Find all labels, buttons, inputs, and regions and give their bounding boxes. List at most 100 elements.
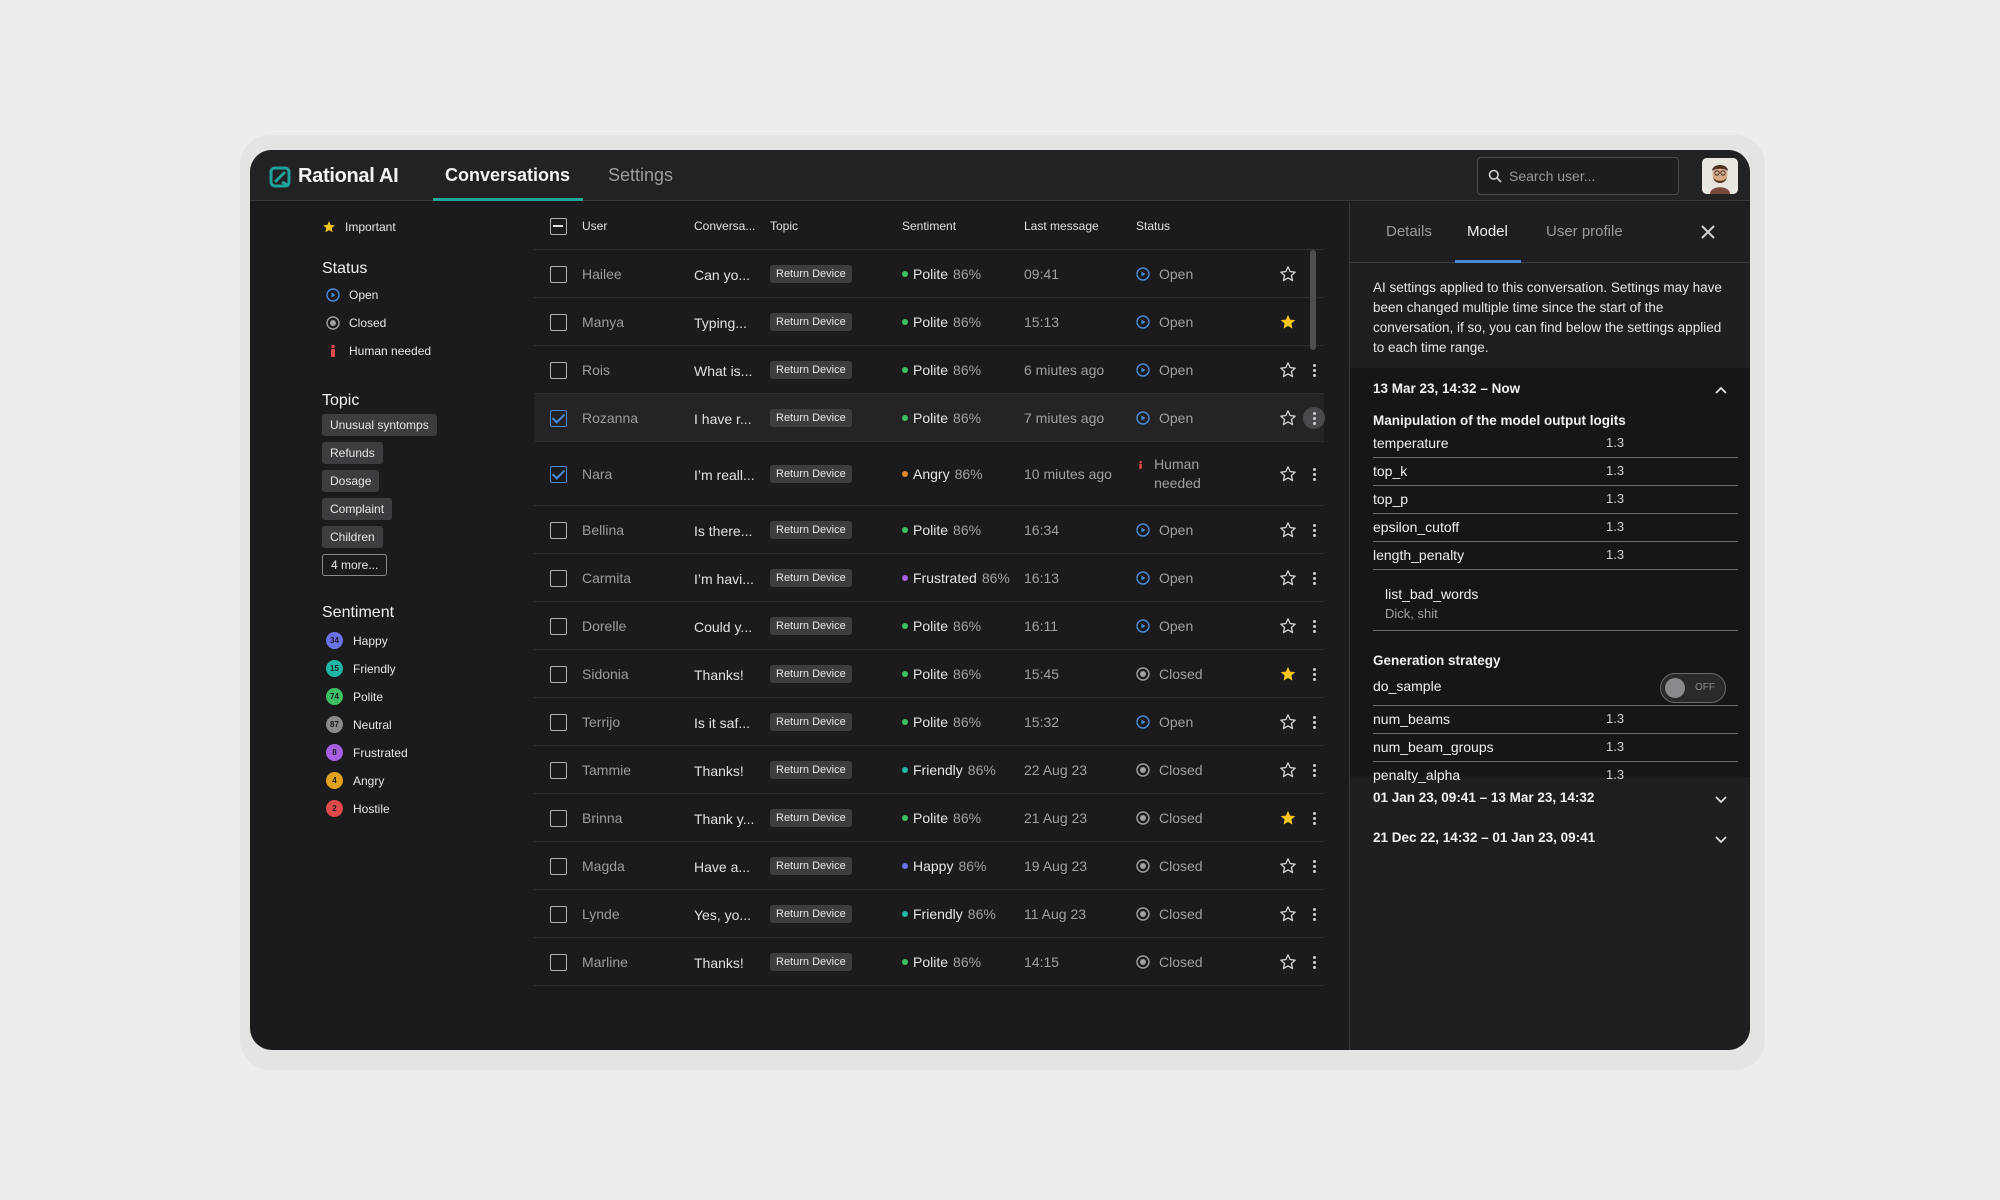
star-filled-icon[interactable] (1279, 313, 1297, 331)
row-topic-chip[interactable]: Return Device (770, 665, 852, 683)
star-outline-icon[interactable] (1279, 713, 1297, 731)
filter-status-closed[interactable]: Closed (326, 316, 386, 330)
table-row[interactable]: Terrijo Is it saf... Return Device Polite 86… (534, 698, 1324, 746)
star-outline-icon[interactable] (1279, 569, 1297, 587)
range-title[interactable]: 01 Jan 23, 09:41 – 13 Mar 23, 14:32 (1373, 790, 1594, 805)
topic-chip[interactable]: Children (322, 526, 383, 548)
col-user[interactable]: User (582, 219, 607, 233)
nav-tab-settings[interactable]: Settings (608, 165, 673, 201)
col-status[interactable]: Status (1136, 219, 1170, 233)
row-more-menu-icon[interactable] (1303, 759, 1325, 781)
filter-sentiment-neutral[interactable]: 87 Neutral (326, 716, 392, 733)
star-outline-icon[interactable] (1279, 361, 1297, 379)
topics-more-button[interactable]: 4 more... (322, 554, 388, 576)
row-more-menu-icon[interactable] (1303, 519, 1325, 541)
table-scrollbar[interactable] (1310, 250, 1316, 350)
row-more-menu-icon[interactable] (1303, 615, 1325, 637)
star-outline-icon[interactable] (1279, 265, 1297, 283)
tab-details[interactable]: Details (1386, 223, 1432, 240)
star-outline-icon[interactable] (1279, 465, 1297, 483)
row-topic-chip[interactable]: Return Device (770, 569, 852, 587)
search-input[interactable] (1509, 168, 1669, 184)
close-icon[interactable] (1698, 222, 1718, 242)
topic-chip[interactable]: Complaint (322, 498, 393, 520)
user-avatar[interactable] (1702, 158, 1738, 194)
row-more-menu-icon[interactable] (1303, 567, 1325, 589)
star-outline-icon[interactable] (1279, 761, 1297, 779)
row-topic-chip[interactable]: Return Device (770, 409, 852, 427)
star-outline-icon[interactable] (1279, 905, 1297, 923)
filter-sentiment-happy[interactable]: 34 Happy (326, 632, 388, 649)
tab-user-profile[interactable]: User profile (1546, 223, 1623, 240)
select-all-checkbox[interactable] (550, 218, 567, 235)
row-checkbox[interactable] (550, 858, 567, 875)
chevron-down-icon[interactable] (1714, 832, 1728, 846)
col-last-message[interactable]: Last message (1024, 219, 1099, 233)
row-topic-chip[interactable]: Return Device (770, 953, 852, 971)
row-checkbox[interactable] (550, 410, 567, 427)
filter-sentiment-angry[interactable]: 4 Angry (326, 772, 384, 789)
table-row[interactable]: Dorelle Could y... Return Device Polite 86% 1… (534, 602, 1324, 650)
star-outline-icon[interactable] (1279, 521, 1297, 539)
filter-sentiment-friendly[interactable]: 15 Friendly (326, 660, 396, 677)
table-row[interactable]: Rozanna I have r... Return Device Polite 86%… (534, 394, 1325, 442)
row-more-menu-icon[interactable] (1303, 663, 1325, 685)
table-row[interactable]: Hailee Can yo... Return Device Polite 86% 09:… (534, 250, 1324, 298)
star-outline-icon[interactable] (1279, 857, 1297, 875)
row-more-menu-icon[interactable] (1303, 903, 1325, 925)
chevron-down-icon[interactable] (1714, 792, 1728, 806)
table-row[interactable]: Sidonia Thanks! Return Device Polite 86% 15:4… (534, 650, 1324, 698)
row-checkbox[interactable] (550, 906, 567, 923)
row-checkbox[interactable] (550, 714, 567, 731)
row-more-menu-icon[interactable] (1303, 951, 1325, 973)
row-topic-chip[interactable]: Return Device (770, 761, 852, 779)
star-filled-icon[interactable] (1279, 665, 1297, 683)
row-topic-chip[interactable]: Return Device (770, 313, 852, 331)
row-checkbox[interactable] (550, 666, 567, 683)
row-topic-chip[interactable]: Return Device (770, 809, 852, 827)
row-topic-chip[interactable]: Return Device (770, 465, 852, 483)
row-checkbox[interactable] (550, 466, 567, 483)
row-topic-chip[interactable]: Return Device (770, 265, 852, 283)
search-box[interactable] (1477, 157, 1679, 195)
star-filled-icon[interactable] (1279, 809, 1297, 827)
table-row[interactable]: Lynde Yes, yo... Return Device Friendly 86% 1… (534, 890, 1324, 938)
row-topic-chip[interactable]: Return Device (770, 361, 852, 379)
row-checkbox[interactable] (550, 618, 567, 635)
filter-status-open[interactable]: Open (326, 288, 378, 302)
row-more-menu-icon[interactable] (1303, 807, 1325, 829)
row-checkbox[interactable] (550, 570, 567, 587)
table-row[interactable]: Brinna Thank y... Return Device Polite 86% 21… (534, 794, 1324, 842)
chevron-up-icon[interactable] (1714, 383, 1728, 397)
row-topic-chip[interactable]: Return Device (770, 617, 852, 635)
row-checkbox[interactable] (550, 314, 567, 331)
table-row[interactable]: Carmita I’m havi... Return Device Frustrate… (534, 554, 1324, 602)
row-checkbox[interactable] (550, 266, 567, 283)
filter-sentiment-frustrated[interactable]: 8 Frustrated (326, 744, 408, 761)
row-checkbox[interactable] (550, 954, 567, 971)
range-title[interactable]: 21 Dec 22, 14:32 – 01 Jan 23, 09:41 (1373, 830, 1595, 845)
table-row[interactable]: Magda Have a... Return Device Happy 86% 19 Au… (534, 842, 1324, 890)
topic-chip[interactable]: Refunds (322, 442, 383, 464)
table-row[interactable]: Marline Thanks! Return Device Polite 86% 14:1… (534, 938, 1324, 986)
row-more-menu-icon[interactable] (1303, 359, 1325, 381)
table-row[interactable]: Tammie Thanks! Return Device Friendly 86% 22 … (534, 746, 1324, 794)
col-conversation[interactable]: Conversa... (694, 219, 755, 233)
star-outline-icon[interactable] (1279, 617, 1297, 635)
range-title[interactable]: 13 Mar 23, 14:32 – Now (1373, 381, 1520, 396)
topic-chip[interactable]: Dosage (322, 470, 380, 492)
filter-sentiment-polite[interactable]: 74 Polite (326, 688, 383, 705)
row-checkbox[interactable] (550, 762, 567, 779)
table-row[interactable]: Nara I’m reall... Return Device Angry 86% 10 … (534, 442, 1324, 506)
table-row[interactable]: Rois What is... Return Device Polite 86% 6 mi… (534, 346, 1324, 394)
col-topic[interactable]: Topic (770, 219, 798, 233)
table-row[interactable]: Bellina Is there... Return Device Polite 86%… (534, 506, 1324, 554)
row-checkbox[interactable] (550, 810, 567, 827)
brand-logo[interactable]: Rational AI (269, 165, 399, 188)
row-more-menu-icon[interactable] (1303, 855, 1325, 877)
topic-chip[interactable]: Unusual syntomps (322, 414, 437, 436)
row-checkbox[interactable] (550, 522, 567, 539)
filter-status-human[interactable]: Human needed (326, 344, 431, 358)
star-outline-icon[interactable] (1279, 409, 1297, 427)
row-topic-chip[interactable]: Return Device (770, 713, 852, 731)
